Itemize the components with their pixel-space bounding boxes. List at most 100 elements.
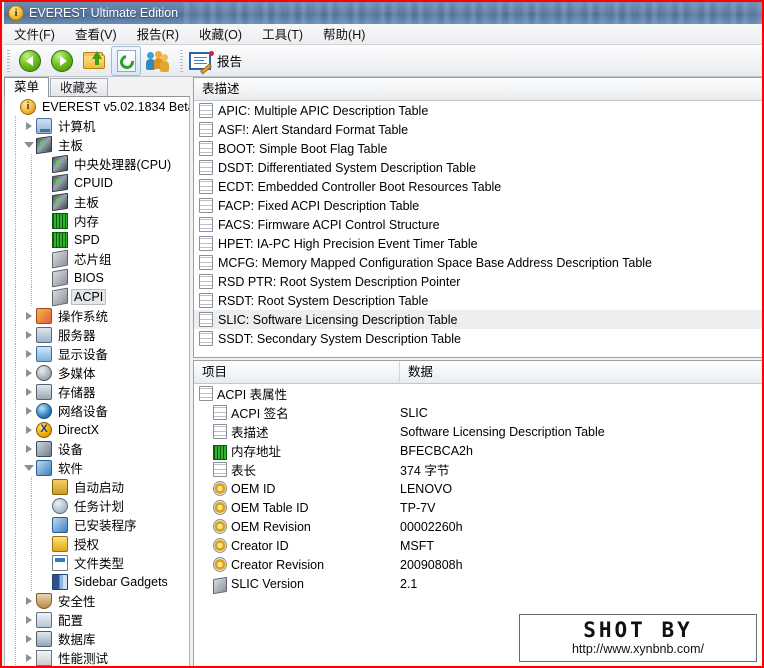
sidebar-tree[interactable]: i EVEREST v5.02.1834 Beta 计算机 主板 中央处理器(CPU) C… [4, 96, 190, 666]
gear-icon [213, 519, 227, 534]
tree-item-label: 授权 [74, 538, 100, 552]
detail-row[interactable]: ACPI 签名 SLIC [194, 403, 762, 422]
tree-item-14[interactable]: 多媒体 [5, 363, 189, 382]
tree-item-8[interactable]: 芯片组 [5, 249, 189, 268]
expand-triangle-icon[interactable] [23, 348, 34, 359]
refresh-button[interactable] [111, 45, 141, 76]
sidebar-tab-1[interactable]: 收藏夹 [50, 78, 108, 97]
tree-item-17[interactable]: X DirectX [5, 420, 189, 439]
tree-item-10[interactable]: ACPI [5, 287, 189, 306]
tree-item-28[interactable]: 数据库 [5, 629, 189, 648]
table-row[interactable]: RSDT: Root System Description Table [194, 291, 762, 310]
expand-triangle-icon[interactable] [23, 310, 34, 321]
expand-triangle-icon[interactable] [23, 329, 34, 340]
column-header-description[interactable]: 表描述 [194, 78, 762, 101]
detail-row[interactable]: Creator ID MSFT [194, 536, 762, 555]
detail-row[interactable]: SLIC Version 2.1 [194, 574, 762, 595]
detail-row[interactable]: ACPI 表属性 [194, 384, 762, 403]
tree-item-0[interactable]: i EVEREST v5.02.1834 Beta [5, 97, 189, 116]
expand-triangle-icon[interactable] [23, 386, 34, 397]
expand-triangle-icon[interactable] [23, 424, 34, 435]
tree-item-22[interactable]: 已安装程序 [5, 515, 189, 534]
tree-item-12[interactable]: 服务器 [5, 325, 189, 344]
table-row[interactable]: DSDT: Differentiated System Description … [194, 158, 762, 177]
expand-triangle-icon[interactable] [23, 443, 34, 454]
tree-item-18[interactable]: 设备 [5, 439, 189, 458]
expand-triangle-icon[interactable] [23, 405, 34, 416]
expand-triangle-icon[interactable] [23, 367, 34, 378]
tree-item-1[interactable]: 计算机 [5, 116, 189, 135]
detail-row[interactable]: OEM ID LENOVO [194, 479, 762, 498]
table-row[interactable]: FACS: Firmware ACPI Control Structure [194, 215, 762, 234]
table-row[interactable]: SSDT: Secondary System Description Table [194, 329, 762, 348]
tree-item-20[interactable]: 自动启动 [5, 477, 189, 496]
tree-item-3[interactable]: 中央处理器(CPU) [5, 154, 189, 173]
tree-item-7[interactable]: SPD [5, 230, 189, 249]
menu-favorites[interactable]: 收藏(O) [190, 22, 251, 46]
table-row[interactable]: BOOT: Simple Boot Flag Table [194, 139, 762, 158]
table-row[interactable]: SLIC: Software Licensing Description Tab… [194, 310, 762, 329]
tree-item-27[interactable]: 配置 [5, 610, 189, 629]
sidebar-tab-0[interactable]: 菜单 [4, 77, 50, 97]
table-row[interactable]: MCFG: Memory Mapped Configuration Space … [194, 253, 762, 272]
tree-guide [31, 534, 32, 553]
tree-item-29[interactable]: 性能测试 [5, 648, 189, 666]
tree-item-26[interactable]: 安全性 [5, 591, 189, 610]
open-report-button[interactable] [79, 46, 109, 76]
menu-file[interactable]: 文件(F) [5, 22, 64, 46]
tree-item-6[interactable]: 内存 [5, 211, 189, 230]
table-row[interactable]: RSD PTR: Root System Description Pointer [194, 272, 762, 291]
expand-triangle-icon[interactable] [23, 120, 34, 131]
detail-row[interactable]: Creator Revision 20090808h [194, 555, 762, 574]
document-icon [199, 141, 213, 156]
acpi-table-list[interactable]: 表描述 APIC: Multiple APIC Description Tabl… [193, 77, 762, 358]
column-header-item[interactable]: 项目 [194, 361, 400, 384]
tree-item-2[interactable]: 主板 [5, 135, 189, 154]
detail-row[interactable]: OEM Revision 00002260h [194, 517, 762, 536]
tree-item-4[interactable]: CPUID [5, 173, 189, 192]
expand-triangle-icon[interactable] [23, 595, 34, 606]
detail-row[interactable]: 表长 374 字节 [194, 460, 762, 479]
detail-row-value: 2.1 [400, 576, 418, 591]
document-icon [213, 424, 227, 439]
table-row[interactable]: HPET: IA-PC High Precision Event Timer T… [194, 234, 762, 253]
table-row[interactable]: FACP: Fixed ACPI Description Table [194, 196, 762, 215]
tree-item-19[interactable]: 软件 [5, 458, 189, 477]
expand-triangle-icon[interactable] [23, 614, 34, 625]
menu-report[interactable]: 报告(R) [128, 22, 188, 46]
column-header-data[interactable]: 数据 [400, 361, 433, 384]
toolbar-grip-2[interactable] [180, 49, 183, 72]
forward-button[interactable] [47, 46, 77, 76]
tree-item-label: 已安装程序 [74, 519, 137, 533]
config-icon [36, 611, 52, 628]
detail-row-item: 内存地址 [194, 441, 400, 460]
tree-guide [15, 135, 16, 154]
table-row[interactable]: ASF!: Alert Standard Format Table [194, 120, 762, 139]
toolbar-grip[interactable] [7, 49, 10, 72]
report-button[interactable]: 报告 [187, 47, 248, 75]
tree-item-5[interactable]: 主板 [5, 192, 189, 211]
tree-item-23[interactable]: 授权 [5, 534, 189, 553]
tree-item-13[interactable]: 显示设备 [5, 344, 189, 363]
menu-view[interactable]: 查看(V) [66, 22, 126, 46]
menu-tools[interactable]: 工具(T) [253, 22, 312, 46]
table-row[interactable]: ECDT: Embedded Controller Boot Resources… [194, 177, 762, 196]
expand-triangle-icon[interactable] [23, 652, 34, 663]
menu-help[interactable]: 帮助(H) [314, 22, 374, 46]
tree-item-21[interactable]: 任务计划 [5, 496, 189, 515]
collapse-triangle-icon[interactable] [23, 139, 34, 150]
table-row[interactable]: APIC: Multiple APIC Description Table [194, 101, 762, 120]
back-button[interactable] [15, 46, 45, 76]
tree-item-11[interactable]: 操作系统 [5, 306, 189, 325]
collapse-triangle-icon[interactable] [23, 462, 34, 473]
detail-row[interactable]: 内存地址 BFECBCA2h [194, 441, 762, 460]
tree-item-16[interactable]: 网络设备 [5, 401, 189, 420]
tree-item-25[interactable]: Sidebar Gadgets [5, 572, 189, 591]
detail-row[interactable]: OEM Table ID TP-7V [194, 498, 762, 517]
users-button[interactable] [143, 46, 173, 76]
detail-row[interactable]: 表描述 Software Licensing Description Table [194, 422, 762, 441]
tree-item-15[interactable]: 存储器 [5, 382, 189, 401]
tree-item-9[interactable]: BIOS [5, 268, 189, 287]
tree-item-24[interactable]: 文件类型 [5, 553, 189, 572]
expand-triangle-icon[interactable] [23, 633, 34, 644]
